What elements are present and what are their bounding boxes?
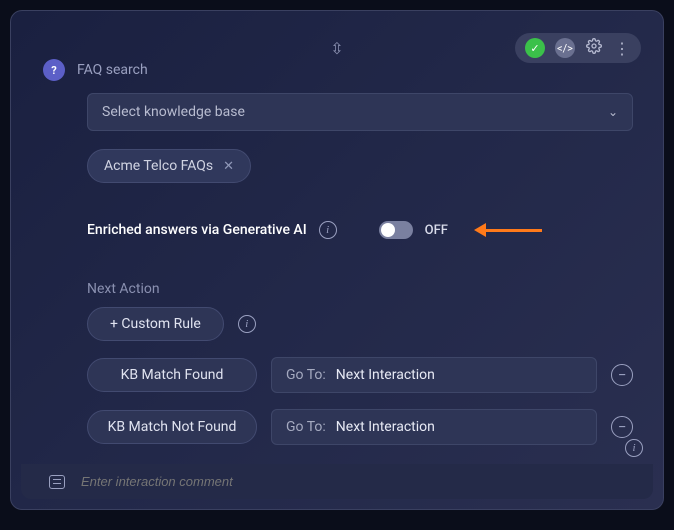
next-action-heading: Next Action: [87, 281, 633, 297]
enriched-toggle-state: OFF: [425, 223, 448, 238]
goto-prefix: Go To:: [286, 419, 326, 435]
kb-select-placeholder: Select knowledge base: [102, 104, 245, 120]
comment-input[interactable]: [81, 474, 625, 489]
chevron-down-icon: ⌄: [608, 105, 618, 119]
knowledge-base-select[interactable]: Select knowledge base ⌄: [87, 93, 633, 131]
goto-value: Next Interaction: [336, 367, 435, 383]
rule-label: KB Match Found: [87, 358, 257, 392]
goto-select[interactable]: Go To: Next Interaction: [271, 409, 597, 445]
code-icon[interactable]: </>: [555, 38, 575, 58]
more-menu-icon[interactable]: ⋮: [613, 39, 631, 58]
info-icon[interactable]: i: [319, 221, 337, 239]
remove-chip-icon[interactable]: ✕: [223, 159, 234, 174]
enriched-toggle[interactable]: [379, 221, 413, 239]
info-icon[interactable]: i: [238, 315, 256, 333]
panel-title: FAQ search: [77, 62, 148, 78]
remove-rule-icon[interactable]: −: [611, 416, 633, 438]
drag-handle-icon[interactable]: ⇳: [330, 39, 343, 58]
panel-content: Select knowledge base ⌄ Acme Telco FAQs …: [87, 93, 633, 445]
info-icon[interactable]: i: [625, 439, 643, 457]
gear-icon[interactable]: [585, 38, 603, 58]
rule-row-match-not-found: KB Match Not Found Go To: Next Interacti…: [87, 409, 633, 445]
panel-header: ? FAQ search: [43, 59, 148, 81]
comment-bar: [21, 464, 653, 499]
add-custom-rule-button[interactable]: + Custom Rule: [87, 307, 224, 341]
enriched-answers-row: Enriched answers via Generative AI i OFF: [87, 221, 633, 239]
rule-label: KB Match Not Found: [87, 410, 257, 444]
goto-select[interactable]: Go To: Next Interaction: [271, 357, 597, 393]
rule-row-match-found: KB Match Found Go To: Next Interaction −: [87, 357, 633, 393]
callout-arrow-icon: [474, 223, 542, 237]
comment-icon: [49, 475, 65, 489]
kb-chip: Acme Telco FAQs ✕: [87, 149, 251, 183]
goto-value: Next Interaction: [336, 419, 435, 435]
status-ok-icon: ✓: [525, 38, 545, 58]
custom-rule-row: + Custom Rule i: [87, 307, 633, 341]
footer-info: i: [625, 436, 643, 457]
faq-badge-icon: ?: [43, 59, 65, 81]
enriched-label: Enriched answers via Generative AI: [87, 222, 307, 238]
goto-prefix: Go To:: [286, 367, 326, 383]
faq-search-panel: ⇳ ✓ </> ⋮ ? FAQ search Select knowledge …: [10, 10, 664, 510]
remove-rule-icon[interactable]: −: [611, 364, 633, 386]
kb-chip-label: Acme Telco FAQs: [104, 158, 213, 174]
panel-toolbar: ✓ </> ⋮: [515, 33, 641, 63]
